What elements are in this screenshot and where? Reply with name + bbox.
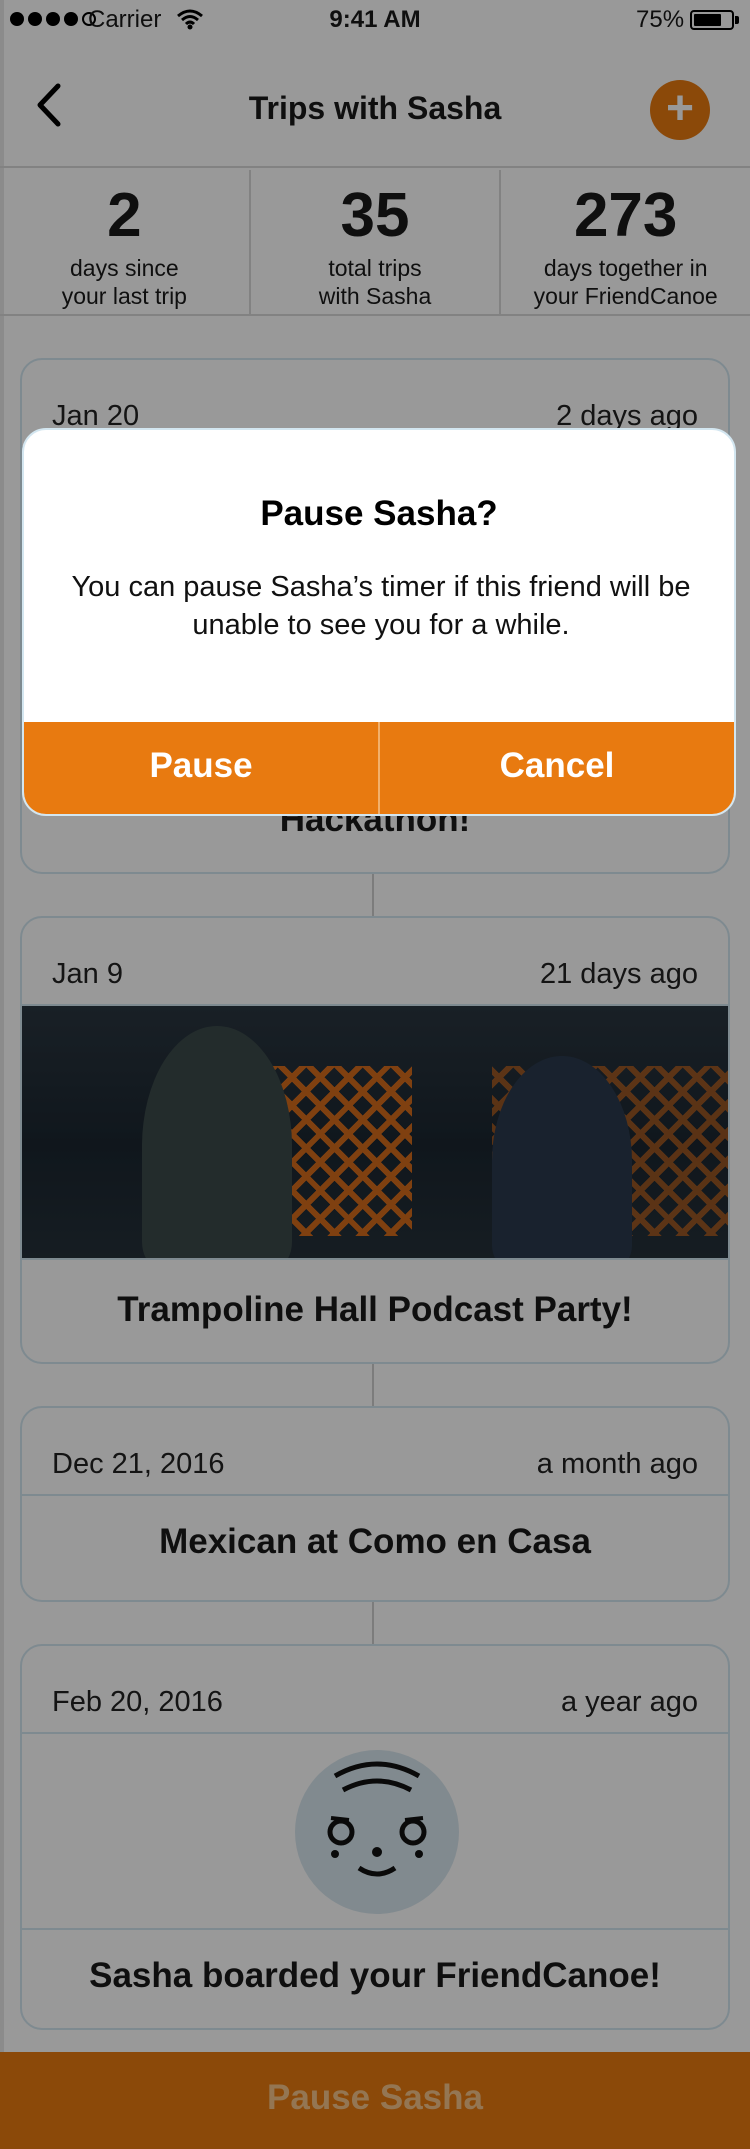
pause-button[interactable]: Pause bbox=[24, 722, 378, 814]
cancel-button[interactable]: Cancel bbox=[378, 722, 734, 814]
dialog-message: You can pause Sasha’s timer if this frie… bbox=[71, 571, 691, 641]
pause-dialog: Pause Sasha? You can pause Sasha’s timer… bbox=[22, 428, 736, 816]
screen: Carrier 9:41 AM 75% Trips with Sasha + 2… bbox=[0, 0, 750, 2149]
modal-overlay[interactable] bbox=[0, 0, 750, 2149]
dialog-buttons: Pause Cancel bbox=[24, 722, 734, 814]
dialog-title: Pause Sasha? bbox=[260, 494, 498, 533]
